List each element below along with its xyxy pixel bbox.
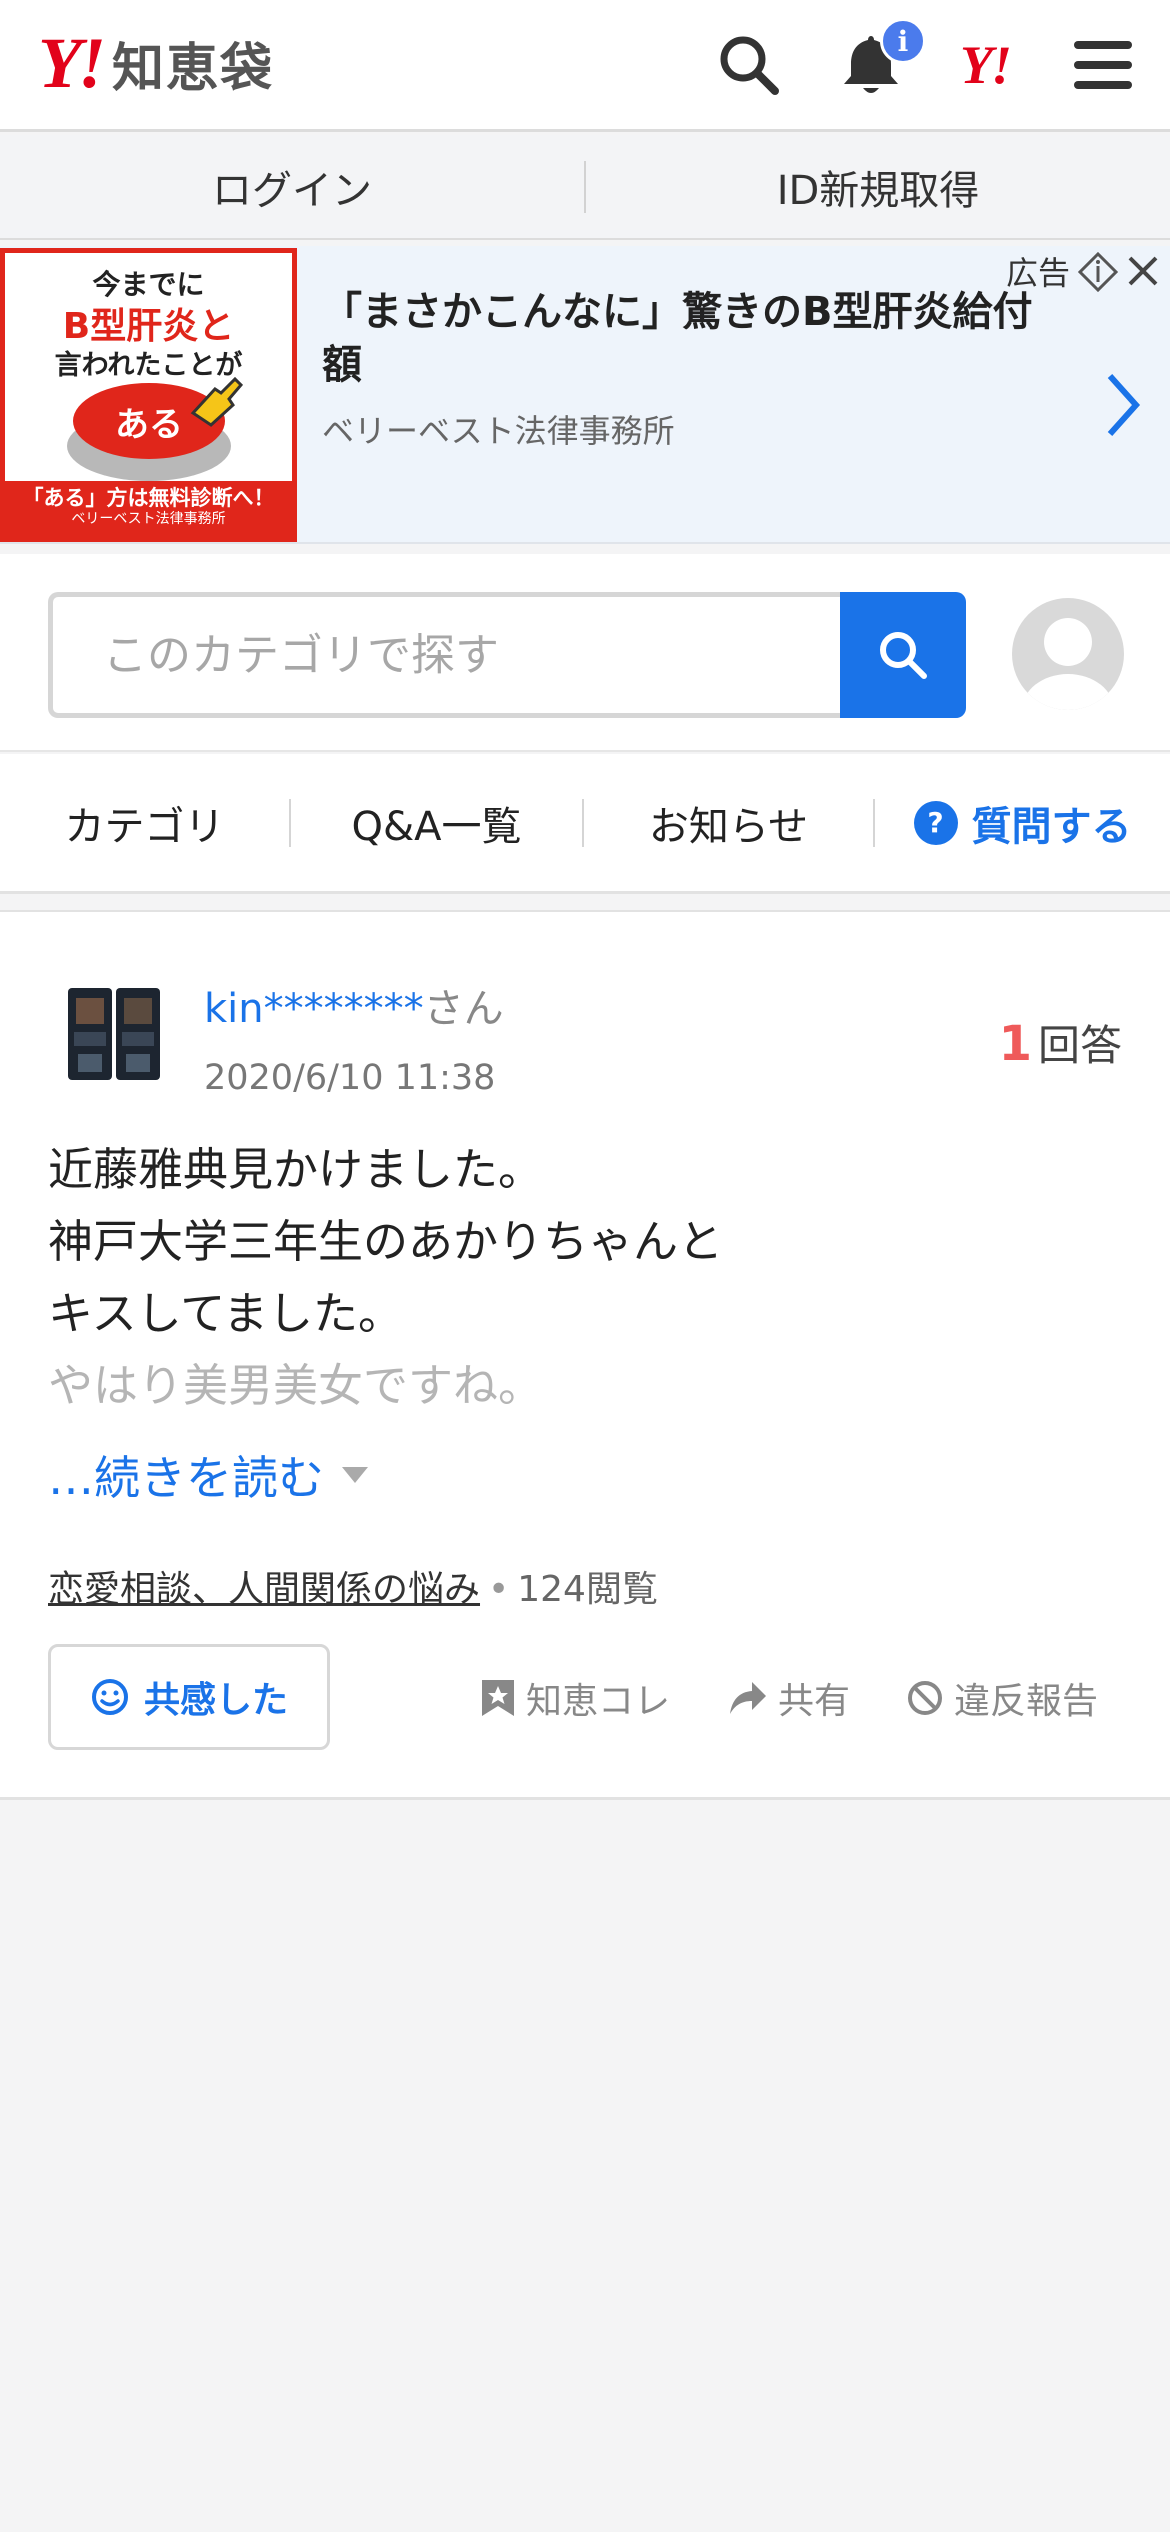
search-icon[interactable] [714, 30, 784, 100]
ad-label: 広告 [1006, 254, 1071, 292]
ad-image[interactable]: 今までに B型肝炎と 言われたことが ある 「ある」方は無料診断へ！ ベリーベス… [0, 248, 297, 542]
smile-icon [91, 1679, 128, 1715]
report-label: 違反報告 [954, 1681, 1099, 1722]
read-more-link[interactable]: …続きを読む [48, 1442, 370, 1508]
chiebukuro-logo[interactable]: Y! 知恵袋 [38, 23, 275, 103]
ad-image-text-2: B型肝炎と [62, 306, 235, 347]
nav-tabs: カテゴリ Q&A一覧 お知らせ ? 質問する [0, 754, 1170, 894]
empathy-label: 共感した [143, 1680, 288, 1721]
notification-bell-icon[interactable]: i [836, 18, 926, 100]
register-link[interactable]: ID新規取得 [586, 158, 1170, 216]
ask-question-button[interactable]: ? 質問する [875, 794, 1170, 852]
search-button[interactable] [840, 592, 966, 718]
questioner-name[interactable]: kin********さん [204, 976, 504, 1034]
report-action[interactable]: 違反報告 [906, 1672, 1098, 1724]
question-date: 2020/6/10 11:38 [204, 1058, 496, 1098]
answer-count-label: 回答 [1037, 1021, 1122, 1070]
login-link[interactable]: ログイン [0, 158, 584, 216]
prohibited-icon [908, 1681, 942, 1715]
tab-qa-list[interactable]: Q&A一覧 [291, 794, 582, 852]
ad-info-icon[interactable] [1077, 251, 1119, 293]
question-meta: 恋愛相談、人間関係の悩み • 124閲覧 [48, 1560, 658, 1612]
default-user-icon [1022, 618, 1114, 710]
ad-title[interactable]: 「まさかこんなに」驚きのB型肝炎給付額 [322, 286, 1042, 392]
login-bar: ログイン ID新規取得 [0, 135, 1170, 240]
questioner-avatar[interactable] [64, 974, 164, 1092]
bookmark-action[interactable]: 知恵コレ [480, 1672, 670, 1724]
ad-image-footer: 「ある」方は無料診断へ！ ベリーベスト法律事務所 [5, 481, 292, 537]
share-action[interactable]: 共有 [728, 1672, 850, 1724]
question-body-line-faded: やはり美男美女ですね。 [48, 1359, 544, 1412]
yahoo-japan-icon[interactable]: Y! [950, 30, 1020, 100]
chevron-right-icon[interactable] [1100, 370, 1144, 440]
search-box [48, 592, 842, 718]
question-mark-icon: ? [913, 800, 958, 845]
question-card: kin********さん 2020/6/10 11:38 1 回答 近藤雅典見か… [0, 910, 1170, 1800]
view-count: 124閲覧 [517, 1569, 658, 1610]
meta-separator: • [488, 1569, 510, 1610]
category-link[interactable]: 恋愛相談、人間関係の悩み [48, 1569, 480, 1610]
category-search-input[interactable] [53, 597, 842, 713]
pointing-hand-icon [190, 376, 244, 427]
yahoo-logo-mark: Y! [38, 23, 106, 103]
share-label: 共有 [778, 1681, 851, 1722]
ask-question-label: 質問する [971, 803, 1132, 850]
ad-image-footer-main: 「ある」方は無料診断へ！ [22, 486, 275, 510]
caret-down-icon [342, 1467, 368, 1483]
avatar-image [68, 988, 160, 1080]
bookmark-star-icon [482, 1680, 514, 1716]
category-search-row [0, 554, 1170, 752]
notification-badge: i [880, 18, 926, 64]
hamburger-menu-icon[interactable] [1068, 30, 1138, 100]
honorific: さん [423, 986, 504, 1032]
read-more-label: …続きを読む [48, 1451, 324, 1505]
ad-image-footer-sub: ベリーベスト法律事務所 [71, 511, 226, 528]
ad-image-text-3: 言われたことが [54, 350, 243, 381]
empathy-button[interactable]: 共感した [48, 1644, 330, 1750]
bookmark-label: 知恵コレ [526, 1681, 671, 1722]
tab-category[interactable]: カテゴリ [0, 794, 289, 852]
question-body-line: 神戸大学三年生のあかりちゃんと [48, 1215, 724, 1268]
logo-text: 知恵袋 [112, 38, 275, 99]
username[interactable]: kin******** [204, 986, 424, 1032]
share-arrow-icon [730, 1682, 766, 1714]
yahoo-mark-text: Y! [960, 35, 1012, 95]
ad-banner[interactable]: 今までに B型肝炎と 言われたことが ある 「ある」方は無料診断へ！ ベリーベス… [0, 246, 1170, 544]
user-avatar[interactable] [1012, 598, 1124, 710]
search-icon [880, 632, 927, 679]
question-body-line: キスしてました。 [48, 1287, 404, 1340]
ad-close-icon[interactable] [1124, 252, 1162, 290]
ad-advertiser: ベリーベスト法律事務所 [322, 412, 675, 450]
answer-count-number: 1 [998, 1016, 1032, 1072]
tab-notice[interactable]: お知らせ [584, 794, 873, 852]
app-header: Y! 知恵袋 i Y! [0, 0, 1170, 132]
question-body: 近藤雅典見かけました。 神戸大学三年生のあかりちゃんと キスしてました。 やはり… [48, 1134, 1048, 1422]
question-body-line: 近藤雅典見かけました。 [48, 1143, 544, 1196]
answer-count[interactable]: 1 回答 [999, 1012, 1122, 1073]
